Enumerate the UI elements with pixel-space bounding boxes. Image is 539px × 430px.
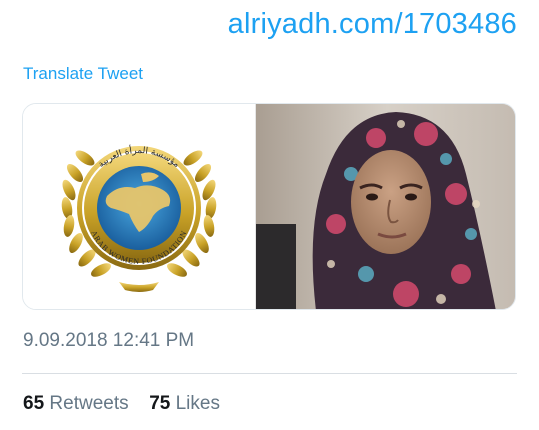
retweets-stat[interactable]: 65 Retweets — [23, 393, 134, 414]
media-image-logo[interactable]: مؤسسة المرأة العربية ARAB WOMEN FOUNDATI… — [23, 104, 255, 309]
retweets-count: 65 — [23, 393, 45, 414]
translate-tweet-link[interactable]: Translate Tweet — [23, 64, 143, 84]
divider — [22, 373, 517, 374]
tweet-timestamp[interactable]: 9.09.2018 12:41 PM — [23, 330, 194, 352]
likes-count: 75 — [149, 393, 171, 414]
tweet-stats: 65 Retweets 75 Likes — [23, 393, 220, 415]
likes-label: Likes — [175, 393, 220, 414]
retweets-label: Retweets — [49, 393, 129, 414]
portrait-photo-icon — [256, 104, 515, 309]
likes-stat[interactable]: 75 Likes — [149, 393, 220, 414]
tweet-link[interactable]: alriyadh.com/1703486 — [228, 8, 517, 41]
arab-women-foundation-logo-icon: مؤسسة المرأة العربية ARAB WOMEN FOUNDATI… — [61, 144, 217, 292]
media-image-portrait[interactable] — [255, 104, 515, 309]
tweet-media[interactable]: مؤسسة المرأة العربية ARAB WOMEN FOUNDATI… — [22, 103, 516, 310]
